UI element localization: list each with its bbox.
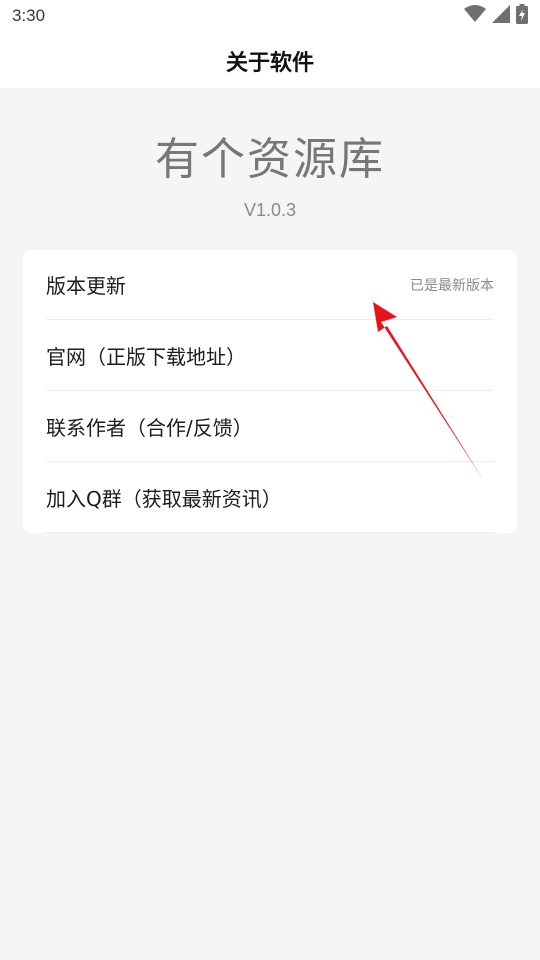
app-bar: 关于软件 xyxy=(0,34,540,88)
app-version: V1.0.3 xyxy=(243,200,297,220)
menu-item-label: 官网（正版下载地址） xyxy=(46,345,246,369)
menu-item-version-update[interactable]: 版本更新 已是最新版本 xyxy=(46,250,494,320)
app-info: 有个资源库 V1.0.3 xyxy=(0,130,540,221)
status-time: 3:30 xyxy=(12,6,46,25)
settings-card: 版本更新 已是最新版本 官网（正版下载地址） 联系作者（合作/反馈） 加入Q群（… xyxy=(23,250,517,533)
menu-item-contact-author[interactable]: 联系作者（合作/反馈） xyxy=(46,392,494,462)
menu-item-label: 版本更新 xyxy=(46,274,126,298)
app-name: 有个资源库 xyxy=(155,134,385,185)
wifi-icon xyxy=(464,5,486,27)
cell-signal-icon xyxy=(492,5,510,27)
menu-item-label: 加入Q群（获取最新资讯） xyxy=(46,487,282,511)
status-bar: 3:30 xyxy=(0,0,540,34)
battery-icon xyxy=(516,4,528,28)
page-title: 关于软件 xyxy=(225,51,314,76)
menu-item-label: 联系作者（合作/反馈） xyxy=(46,416,253,440)
version-status-text: 已是最新版本 xyxy=(410,277,494,294)
status-icons xyxy=(464,4,528,28)
menu-item-join-qq-group[interactable]: 加入Q群（获取最新资讯） xyxy=(46,463,494,533)
menu-item-official-site[interactable]: 官网（正版下载地址） xyxy=(46,321,494,391)
